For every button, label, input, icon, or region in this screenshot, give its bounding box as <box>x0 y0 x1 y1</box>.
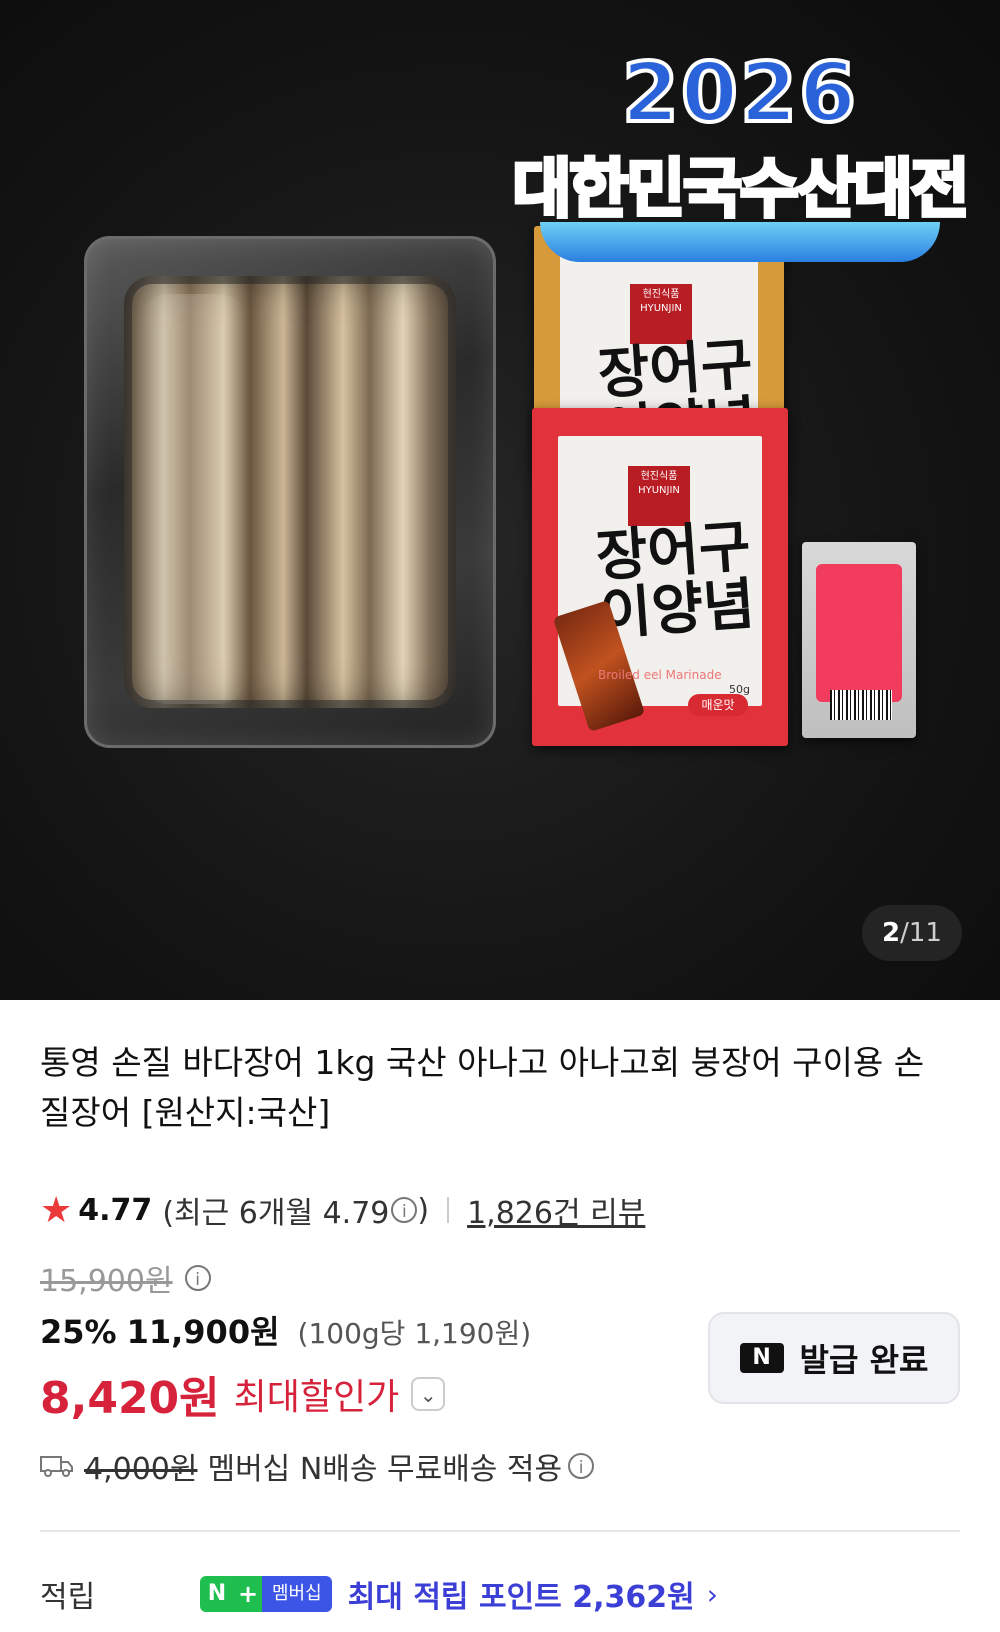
eel-tray-image <box>84 236 496 748</box>
divider <box>447 1197 450 1223</box>
coupon-label: 발급 완료 <box>799 1341 929 1379</box>
best-price-label: 최대할인가 <box>233 1377 400 1418</box>
pickled-ginger <box>816 564 902 702</box>
membership-badge: N + 멤버십 <box>200 1576 332 1612</box>
sauce-packet-spicy: 현진식품 HYUNJIN 장어구이양념 Broiled eel Marinade… <box>532 408 788 746</box>
truck-icon <box>40 1456 73 1477</box>
info-icon[interactable]: i <box>391 1197 418 1223</box>
chevron-right-icon: › <box>706 1577 718 1611</box>
packet-english: Broiled eel Marinade <box>598 668 722 682</box>
star-icon: ★ <box>40 1189 73 1231</box>
best-price-row[interactable]: 8,420원 최대할인가 ⌄ <box>40 1362 446 1426</box>
packet-spicy-badge: 매운맛 <box>688 694 748 716</box>
badge-n: N <box>200 1576 234 1612</box>
max-points-text: 최대 적립 포인트 2,362원 <box>347 1580 695 1615</box>
coupon-issued-button[interactable]: N 발급 완료 <box>708 1312 960 1404</box>
discount-rate: 25% <box>40 1313 117 1351</box>
original-price-row: 15,900원 i <box>40 1256 211 1300</box>
best-price: 8,420원 <box>40 1373 220 1424</box>
image-counter-separator: / <box>900 918 909 948</box>
unit-price: (100g당 1,190원) <box>297 1317 532 1350</box>
original-price: 15,900원 <box>40 1264 173 1299</box>
points-label: 적립 <box>40 1580 96 1615</box>
festival-year: 2026 <box>620 44 859 143</box>
image-counter-total: 11 <box>908 918 942 948</box>
badge-membership: 멤버십 <box>262 1576 332 1612</box>
badge-plus: + <box>234 1576 262 1612</box>
barcode-icon <box>830 690 892 720</box>
tray-reflection <box>138 294 248 704</box>
sale-price-row: 25% 11,900원 (100g당 1,190원) <box>40 1307 531 1353</box>
recent-rating: (최근 6개월 4.79 <box>162 1196 390 1231</box>
section-divider <box>40 1530 960 1532</box>
points-row[interactable]: 적립 N + 멤버십 최대 적립 포인트 2,362원 › <box>40 1572 718 1616</box>
recent-rating-close: ) <box>417 1192 430 1228</box>
sale-price: 11,900원 <box>126 1313 280 1351</box>
original-shipping-fee: 4,000원 <box>84 1452 198 1487</box>
pickled-ginger-packet <box>802 542 916 738</box>
naver-n-icon: N <box>739 1343 784 1373</box>
packet-title: 장어구이양념 <box>593 513 757 648</box>
wave-graphic <box>540 222 940 262</box>
packet-label: 현진식품 HYUNJIN 장어구이양념 Broiled eel Marinade… <box>552 436 762 733</box>
festival-logo: 2026 대한민국수산대전 <box>500 30 980 262</box>
chevron-down-icon[interactable]: ⌄ <box>411 1377 446 1411</box>
review-count-link[interactable]: 1,826건 리뷰 <box>467 1188 645 1232</box>
image-counter: 2/11 <box>862 905 962 961</box>
shipping-row: 4,000원 멤버십 N배송 무료배송 적용 i <box>40 1444 595 1488</box>
rating-row: ★ 4.77 (최근 6개월 4.79 i ) 1,826건 리뷰 <box>40 1188 645 1232</box>
shipping-text: 멤버십 N배송 무료배송 적용 <box>207 1452 563 1487</box>
rating-score: 4.77 <box>78 1192 153 1228</box>
packet-weight: 50g <box>729 683 750 696</box>
info-icon[interactable]: i <box>568 1453 595 1479</box>
image-counter-current: 2 <box>882 918 901 948</box>
product-image-gallery[interactable]: 현진식품 HYUNJIN 장어구이양념 현진식품 HYUNJIN 장어구이양념 … <box>0 0 1000 1000</box>
info-icon[interactable]: i <box>184 1265 211 1291</box>
product-title: 통영 손질 바다장어 1kg 국산 아나고 아나고회 붕장어 구이용 손질장어 … <box>40 1043 925 1132</box>
festival-name: 대한민국수산대전 <box>510 151 971 229</box>
